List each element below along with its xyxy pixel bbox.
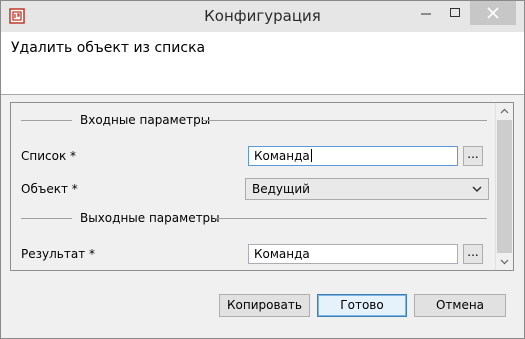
parameters-panel: Входные параметры Список * Команда ... О… (10, 102, 514, 271)
chevron-down-icon (472, 186, 482, 193)
result-input[interactable]: Команда (248, 244, 458, 264)
list-input[interactable]: Команда (248, 146, 458, 166)
header-title: Удалить объект из списка (11, 40, 206, 56)
scroll-up-icon (500, 108, 509, 114)
list-input-value: Команда (254, 149, 310, 163)
maximize-button[interactable] (441, 1, 469, 25)
scroll-thumb[interactable] (497, 120, 512, 253)
scroll-up-button[interactable] (496, 103, 513, 120)
minimize-icon (421, 13, 431, 15)
object-select-value: Ведущий (252, 182, 310, 196)
close-button[interactable] (470, 1, 516, 25)
list-label: Список * (21, 149, 77, 163)
scroll-down-icon (500, 259, 509, 265)
cancel-button[interactable]: Отмена (414, 294, 506, 317)
group-divider (21, 120, 72, 121)
maximize-icon (450, 8, 460, 17)
minimize-button[interactable] (411, 1, 441, 25)
group-divider (201, 120, 487, 121)
input-group-label: Входные параметры (80, 113, 211, 127)
list-browse-button[interactable]: ... (463, 146, 483, 166)
group-divider (215, 218, 487, 219)
copy-button[interactable]: Копировать (219, 294, 310, 317)
object-label: Объект * (21, 182, 78, 196)
title-bar[interactable]: Конфигурация (1, 1, 524, 32)
output-group-label: Выходные параметры (80, 211, 220, 225)
scroll-down-button[interactable] (496, 253, 513, 270)
object-select[interactable]: Ведущий (245, 178, 489, 200)
vertical-scrollbar[interactable] (495, 103, 513, 270)
result-label: Результат * (21, 247, 95, 261)
dialog-window: Конфигурация Удалить объект из списка Вх… (0, 0, 525, 339)
result-browse-button[interactable]: ... (463, 244, 483, 264)
close-icon (487, 7, 499, 19)
dialog-header: Удалить объект из списка (1, 32, 524, 95)
done-button[interactable]: Готово (317, 294, 407, 317)
result-input-value: Команда (254, 247, 310, 261)
text-caret (310, 149, 312, 162)
group-divider (21, 218, 72, 219)
